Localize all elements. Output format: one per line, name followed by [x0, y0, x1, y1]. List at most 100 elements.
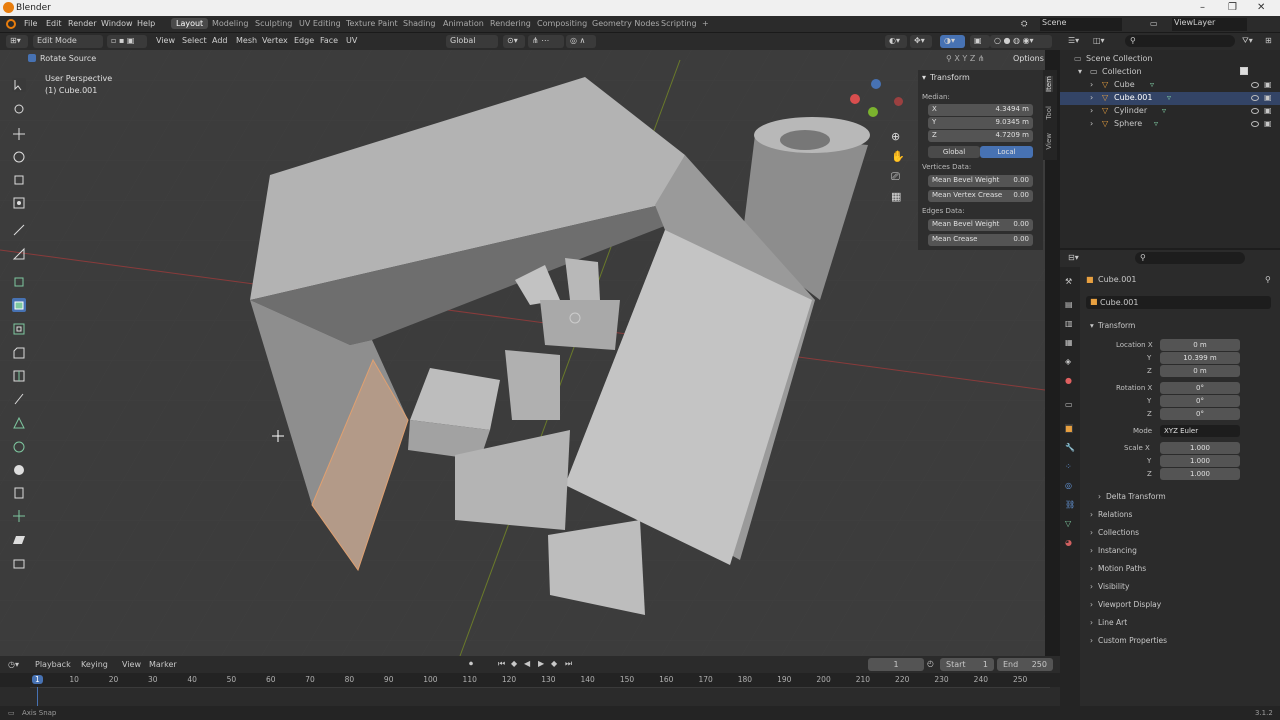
rotation-x-field[interactable]: 0° — [1160, 382, 1240, 394]
properties-editor-icon[interactable]: ⊟▾ — [1068, 253, 1079, 262]
visibility-section[interactable]: › Visibility — [1086, 580, 1266, 595]
filter-icon[interactable]: ⛛▾ — [1242, 36, 1253, 46]
eye-icon[interactable] — [1251, 108, 1259, 114]
eye-icon[interactable] — [1251, 82, 1259, 88]
physics-tab-icon[interactable]: ◎ — [1065, 481, 1072, 490]
collection-checkbox[interactable] — [1240, 67, 1248, 75]
scene-tab-icon[interactable]: ◈ — [1065, 357, 1071, 366]
world-tab-icon[interactable]: ● — [1065, 376, 1072, 385]
record-button[interactable]: ⏺ — [469, 659, 473, 669]
relations-section[interactable]: › Relations — [1086, 508, 1266, 523]
properties-search-input[interactable]: ⚲ — [1135, 252, 1245, 264]
gizmo-neg-x[interactable] — [894, 97, 903, 106]
minimize-button[interactable]: – — [1200, 2, 1205, 13]
camera-render-icon[interactable]: ▣ — [1264, 93, 1272, 102]
scene-selector[interactable]: Scene — [1040, 18, 1122, 31]
tab-texture-paint[interactable]: Texture Paint — [346, 19, 398, 28]
outliner-row-cube001[interactable]: › ▽ Cube.001 ▿ ▣ — [1060, 92, 1280, 105]
current-frame-field[interactable]: 1 — [868, 658, 924, 671]
expand-icon[interactable]: › — [1090, 119, 1093, 128]
scale-tool-icon[interactable] — [12, 173, 26, 187]
outliner-row-cylinder[interactable]: › ▽ Cylinder ▿ ▣ — [1060, 105, 1280, 118]
menu-marker[interactable]: Marker — [149, 660, 177, 669]
xray-button[interactable]: ▣ — [970, 35, 990, 48]
menu-add[interactable]: Add — [212, 36, 228, 45]
menu-uv[interactable]: UV — [346, 36, 357, 45]
loop-cut-tool-icon[interactable] — [12, 369, 26, 383]
tab-tool[interactable]: Tool — [1045, 106, 1053, 120]
add-workspace-button[interactable]: + — [702, 19, 709, 28]
object-tab-icon[interactable]: ■ — [1065, 424, 1073, 433]
scene-collection-label[interactable]: Scene Collection — [1086, 54, 1153, 63]
shading-buttons[interactable]: ○ ● ◍ ◉▾ — [990, 35, 1052, 48]
camera-render-icon[interactable]: ▣ — [1264, 80, 1272, 89]
line-art-section[interactable]: › Line Art — [1086, 616, 1266, 631]
knife-tool-icon[interactable] — [12, 392, 26, 406]
jump-keyframe-back-button[interactable]: ◆ — [511, 659, 517, 668]
local-toggle[interactable]: Local — [980, 146, 1033, 158]
preview-range-icon[interactable]: ◴ — [927, 659, 934, 668]
constraints-tab-icon[interactable]: ⛓ — [1065, 500, 1075, 509]
menu-face[interactable]: Face — [320, 36, 338, 45]
mean-crease-field[interactable]: Mean Crease 0.00 — [928, 234, 1033, 246]
gizmo-z-axis[interactable] — [871, 79, 881, 89]
play-reverse-button[interactable]: ◀ — [524, 659, 530, 668]
scale-x-field[interactable]: 1.000 — [1160, 442, 1240, 454]
jump-keyframe-forward-button[interactable]: ◆ — [551, 659, 557, 668]
outliner-search-input[interactable]: ⚲ — [1125, 35, 1235, 47]
tool-tab-icon[interactable]: ⚒ — [1065, 277, 1072, 286]
play-button[interactable]: ▶ — [538, 659, 544, 668]
tab-geometry-nodes[interactable]: Geometry Nodes — [592, 19, 659, 28]
smooth-tool-icon[interactable] — [12, 463, 26, 477]
mean-bevel-weight-edge-field[interactable]: Mean Bevel Weight 0.00 — [928, 219, 1033, 231]
extrude-region-tool-icon[interactable] — [12, 298, 26, 312]
close-button[interactable]: ✕ — [1257, 2, 1265, 13]
menu-select[interactable]: Select — [182, 36, 207, 45]
select-mode-buttons[interactable]: ▫ ▪ ▣ — [107, 35, 147, 48]
menu-playback[interactable]: Playback — [35, 660, 71, 669]
rotate-source-checkbox[interactable] — [28, 54, 36, 62]
instancing-section[interactable]: › Instancing — [1086, 544, 1266, 559]
orientation-selector[interactable]: Global — [446, 35, 498, 48]
custom-properties-section[interactable]: › Custom Properties — [1086, 634, 1266, 649]
poly-build-tool-icon[interactable] — [12, 416, 26, 430]
location-y-field[interactable]: 10.399 m — [1160, 352, 1240, 364]
tab-compositing[interactable]: Compositing — [537, 19, 587, 28]
proportional-edit-button[interactable]: ◎ ∧ — [566, 35, 596, 48]
transform-tool-icon[interactable] — [12, 196, 26, 210]
display-mode-icon[interactable]: ◫▾ — [1093, 36, 1105, 45]
collections-section[interactable]: › Collections — [1086, 526, 1266, 541]
new-collection-icon[interactable]: ⊞ — [1265, 36, 1272, 45]
median-x-field[interactable]: X 4.3494 m — [928, 104, 1033, 116]
outliner-row-cube[interactable]: › ▽ Cube ▿ ▣ — [1060, 79, 1280, 92]
transform-section-header[interactable]: ▾ Transform — [1086, 319, 1266, 334]
cursor-tool-icon[interactable] — [12, 102, 26, 116]
global-toggle[interactable]: Global — [928, 146, 980, 158]
camera-render-icon[interactable]: ▣ — [1264, 106, 1272, 115]
tab-layout[interactable]: Layout — [171, 18, 209, 29]
camera-render-icon[interactable]: ▣ — [1264, 119, 1272, 128]
npanel-collapse-icon[interactable]: ▾ — [922, 73, 926, 82]
render-tab-icon[interactable]: ▤ — [1065, 300, 1073, 309]
jump-start-button[interactable]: ⏮ — [498, 659, 505, 669]
maximize-button[interactable]: ❐ — [1228, 2, 1237, 13]
measure-tool-icon[interactable] — [12, 247, 26, 261]
start-frame-field[interactable]: Start 1 — [940, 658, 994, 671]
bevel-tool-icon[interactable] — [12, 346, 26, 360]
menu-file[interactable]: File — [24, 19, 37, 28]
tab-modeling[interactable]: Modeling — [212, 19, 248, 28]
select-box-tool-icon[interactable] — [12, 78, 26, 92]
expand-icon[interactable]: › — [1090, 80, 1093, 89]
eye-icon[interactable] — [1251, 121, 1259, 127]
motion-paths-section[interactable]: › Motion Paths — [1086, 562, 1266, 577]
menu-view-timeline[interactable]: View — [122, 660, 141, 669]
editor-type-button[interactable]: ⊞▾ — [6, 35, 28, 48]
timeline-editor-icon[interactable]: ◷▾ — [8, 660, 19, 669]
output-tab-icon[interactable]: ▥ — [1065, 319, 1073, 328]
tab-uv-editing[interactable]: UV Editing — [299, 19, 341, 28]
outliner-row-sphere[interactable]: › ▽ Sphere ▿ ▣ — [1060, 118, 1280, 131]
mode-selector[interactable]: Edit Mode — [33, 35, 103, 48]
snap-button[interactable]: ⋔ ⋯ — [528, 35, 564, 48]
collection-expand-icon[interactable]: ▾ — [1078, 67, 1082, 76]
ortho-grid-icon[interactable]: ▦ — [891, 190, 901, 203]
